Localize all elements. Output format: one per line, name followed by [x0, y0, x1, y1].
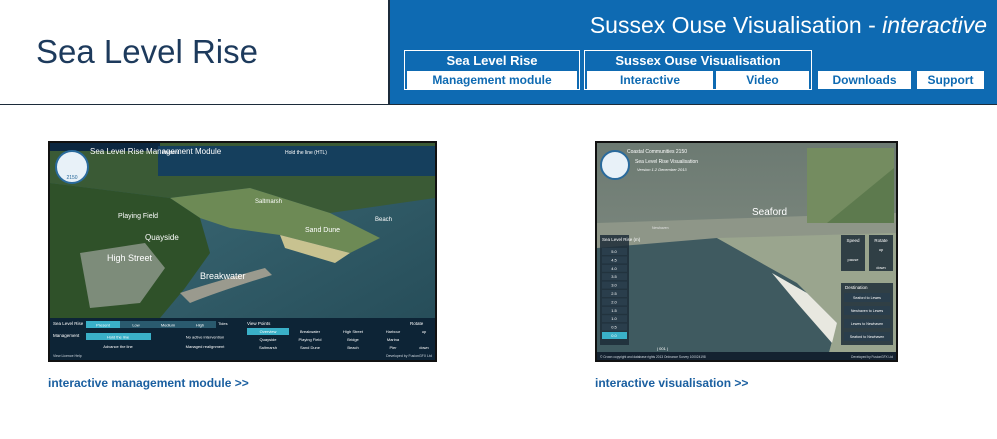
present-heading: Present [162, 150, 180, 156]
management-label: Management [53, 333, 80, 338]
place-sand-dune: Sand Dune [305, 227, 340, 234]
slr-title: Sea Level Rise (m) [602, 237, 641, 242]
management-module-button[interactable]: Management module [407, 71, 577, 89]
rotate-up[interactable]: up [879, 247, 884, 252]
destination-label: Destination [845, 285, 868, 290]
managed-button[interactable]: Managed realignment [186, 344, 226, 349]
module-title: Sea Level Rise Management Module [90, 147, 222, 156]
place-saltmarsh: Saltmarsh [255, 199, 282, 205]
copyright-text: © Crown copyright and database rights 20… [600, 355, 706, 359]
header-left: Sea Level Rise [0, 0, 389, 105]
destination-label-item[interactable]: Seaford to Newhaven [850, 335, 885, 339]
rotate-label: Rotate [874, 238, 888, 243]
level-value[interactable]: 5.0 [611, 249, 617, 254]
view-bridge[interactable]: Bridge [347, 337, 359, 342]
level-value[interactable]: 1.0 [611, 316, 617, 321]
view-beach[interactable]: Beach [347, 345, 358, 350]
hold-heading: Hold the line (HTL) [285, 150, 327, 156]
frame-counter: | 001 | [657, 346, 668, 351]
level-high[interactable]: High [196, 323, 204, 328]
view-sand-dune[interactable]: Sand Dune [300, 345, 321, 350]
place-high-street: High Street [107, 253, 153, 263]
hold-the-line-button[interactable]: Hold the line [107, 335, 130, 340]
developer-credit: Developed by FusionGFX Ltd [851, 355, 893, 359]
level-value[interactable]: 2.0 [611, 299, 617, 304]
rotate-label: Rotate [410, 321, 424, 326]
page: Sea Level Rise Sussex Ouse Visualisation… [0, 0, 997, 439]
view-points-label: View Points [247, 321, 271, 326]
logo-year: 2150 [66, 175, 77, 181]
banner-main: Sussex Ouse Visualisation - [589, 12, 883, 38]
management-module-thumbnail[interactable]: 2150 Sea Level Rise Management Module Pr… [48, 141, 437, 362]
view-playing-field[interactable]: Playing Field [299, 337, 322, 342]
place-breakwater: Breakwater [200, 271, 246, 281]
level-list: 5.0 4.5 4.0 3.5 3.0 2.5 2.0 1.5 1.0 0.5 0.0 [602, 248, 627, 339]
coastal-title: Coastal Communities 2150 [627, 149, 687, 155]
rotate-down[interactable]: down [876, 265, 886, 270]
view-marina[interactable]: Marina [387, 337, 400, 342]
view-saltmarsh[interactable]: Saltmarsh [259, 345, 277, 350]
level-medium[interactable]: Medium [161, 323, 176, 328]
downloads-button[interactable]: Downloads [818, 71, 911, 89]
rotate-up[interactable]: up [422, 329, 427, 334]
level-value[interactable]: 3.0 [611, 283, 617, 288]
visualisation-scene: Coastal Communities 2150 Sea Level Rise … [597, 143, 896, 360]
advance-button[interactable]: Advance the line [103, 344, 133, 349]
slr-label: Sea Level Rise [53, 321, 84, 326]
version-text: Version 1.2 December 2013 [637, 167, 687, 172]
destination-label-item[interactable]: Seaford to Lewes [853, 296, 881, 300]
visualisation-link[interactable]: interactive visualisation >> [595, 376, 748, 390]
interactive-button[interactable]: Interactive [587, 71, 713, 89]
management-scene: 2150 Sea Level Rise Management Module Pr… [50, 143, 435, 360]
place-playing-field: Playing Field [118, 213, 158, 220]
level-present[interactable]: Present [96, 323, 111, 328]
nav-group-sussex-ouse: Sussex Ouse Visualisation Interactive Vi… [584, 50, 812, 90]
header-banner: Sussex Ouse Visualisation - interactive … [388, 0, 997, 105]
view-harbour[interactable]: Harbour [386, 329, 401, 334]
banner-title: Sussex Ouse Visualisation - interactive [590, 12, 987, 39]
view-overview[interactable]: Overview [260, 329, 277, 334]
level-value[interactable]: 3.5 [611, 274, 617, 279]
footer-left: View Licence Help [53, 354, 82, 358]
level-value[interactable]: 2.5 [611, 291, 617, 296]
rotate-down[interactable]: down [419, 345, 429, 350]
nav-group-sea-level-rise: Sea Level Rise Management module [404, 50, 580, 90]
video-button[interactable]: Video [716, 71, 809, 89]
newhaven-label: Newhaven [652, 226, 669, 230]
view-high-street[interactable]: High Street [343, 329, 364, 334]
visualisation-subtitle: Sea Level Rise Visualisation [635, 159, 698, 165]
banner-italic: interactive [882, 12, 987, 38]
footer-right: Developed by FusionGFX Ltd [386, 354, 432, 358]
level-value[interactable]: 1.5 [611, 308, 617, 313]
tides-label: Tides [218, 321, 228, 326]
pause-button[interactable]: pause [848, 257, 860, 262]
management-module-link[interactable]: interactive management module >> [48, 376, 249, 390]
view-pier[interactable]: Pier [389, 345, 397, 350]
nav-slr-title[interactable]: Sea Level Rise [405, 51, 579, 70]
place-beach: Beach [375, 217, 392, 223]
view-breakwater[interactable]: Breakwater [300, 329, 321, 334]
view-quayside[interactable]: Quayside [260, 337, 278, 342]
no-active-button[interactable]: No active intervention [186, 335, 224, 340]
level-value[interactable]: 0.0 [611, 333, 617, 338]
nav-sov-title[interactable]: Sussex Ouse Visualisation [585, 51, 811, 70]
seaford-label: Seaford [752, 207, 787, 218]
level-low[interactable]: Low [132, 323, 139, 328]
place-quayside: Quayside [145, 233, 179, 242]
speed-label: Speed [846, 238, 860, 243]
level-value[interactable]: 4.5 [611, 257, 617, 262]
destination-label-item[interactable]: Lewes to Newhaven [851, 322, 883, 326]
level-value[interactable]: 0.5 [611, 325, 617, 330]
visualisation-thumbnail[interactable]: Coastal Communities 2150 Sea Level Rise … [595, 141, 898, 362]
level-value[interactable]: 4.0 [611, 266, 617, 271]
site-title: Sea Level Rise [36, 33, 258, 70]
support-button[interactable]: Support [917, 71, 984, 89]
destination-label-item[interactable]: Newhaven to Lewes [851, 309, 884, 313]
